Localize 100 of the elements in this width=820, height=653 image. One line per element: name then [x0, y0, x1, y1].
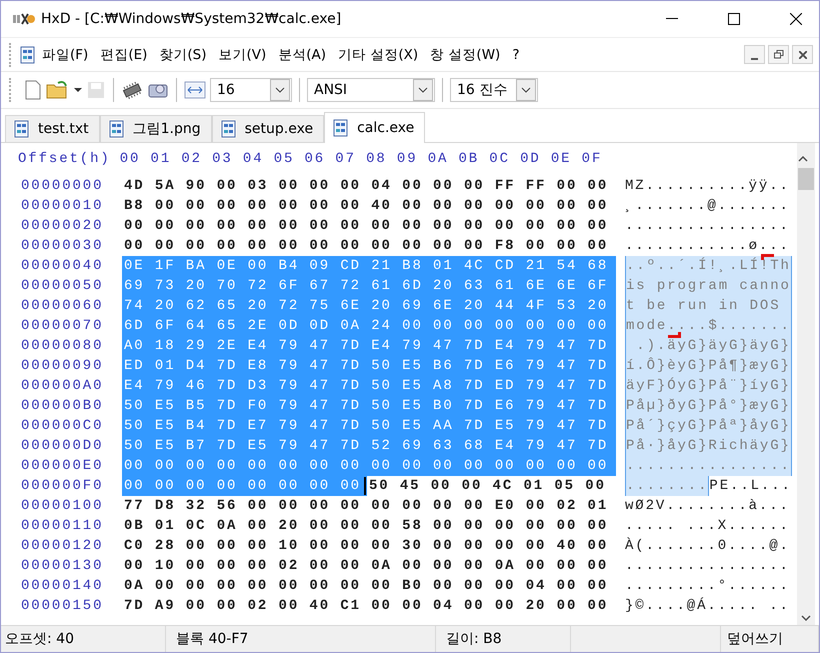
hex-bytes: 00 10 00 00 00 02 00 00 0A 00 00 00 0A 00 00 00 — [123, 557, 610, 576]
menu-item[interactable]: 창 설정(W) — [424, 42, 506, 68]
hex-bytes: 50 45 00 00 4C 01 05 00 — [368, 477, 607, 496]
hex-bytes: 00 00 00 00 00 00 00 00 — [122, 476, 367, 496]
document-icon — [333, 119, 350, 137]
offset-cell-text: 000000F0 — [21, 477, 104, 496]
column-header: 0F — [582, 150, 604, 169]
ascii-text: ................ — [625, 456, 792, 476]
offset-header: Offset(h) — [18, 150, 111, 169]
ascii-text: äyF}ÓyG}På¨}íyG} — [625, 376, 792, 396]
hex-bytes: B8 00 00 00 00 00 00 00 40 00 00 00 00 00 00 00 — [123, 197, 610, 216]
hex-bytes: 00 00 00 00 00 00 00 00 00 00 00 00 F8 00 00 00 — [123, 237, 610, 256]
ascii-text: }©....@Á..... .. — [625, 596, 790, 616]
ascii-text: wØ2V........à... — [625, 497, 790, 516]
ascii-text: På´}çyG}Påª}åyG} — [625, 416, 792, 436]
file-tab[interactable]: test.txt — [5, 115, 100, 142]
hex-bytes: A0 18 29 2E E4 79 47 7D E4 79 47 7D E4 79 47 7D — [122, 336, 616, 356]
close-icon — [798, 50, 806, 58]
offset-cell-text: 00000130 — [21, 557, 104, 576]
hex-bytes: 00 00 00 00 00 00 00 00 00 00 00 00 00 00 00 00 — [123, 217, 610, 236]
column-header: 04 — [242, 150, 265, 169]
hex-bytes: 50 E5 B7 7D E5 79 47 7D 52 69 63 68 E4 79 47 7D — [122, 436, 616, 456]
bytes-per-row-select[interactable]: 16 — [210, 78, 292, 102]
file-tab[interactable]: 그림1.png — [100, 115, 212, 142]
caret-icon[interactable] — [418, 87, 428, 93]
mode-status-label: 덮어쓰기 — [727, 630, 783, 648]
ascii-text: ..... ...X...... — [625, 517, 790, 536]
hex-bytes: 50 E5 B4 7D E7 79 47 7D 50 E5 AA 7D E5 79 47 7D — [122, 416, 616, 436]
column-header: 01 — [150, 150, 172, 169]
menu-item[interactable]: 파일(F) — [36, 42, 94, 68]
hex-bytes: 00 00 00 00 00 00 00 00 00 00 00 00 00 00 00 00 — [122, 456, 616, 476]
vertical-scrollbar[interactable] — [797, 143, 815, 625]
offset-cell-text: 000000B0 — [21, 397, 104, 416]
new-file-icon[interactable] — [24, 80, 42, 100]
menu-item[interactable]: 편집(E) — [94, 42, 154, 68]
menu-item[interactable]: 보기(V) — [212, 42, 272, 68]
restore-button[interactable] — [768, 45, 789, 64]
menu-item[interactable]: 분석(A) — [272, 42, 332, 68]
text-cursor — [364, 477, 366, 495]
column-header: 08 — [366, 150, 388, 169]
hex-bytes: 4D 5A 90 00 03 00 00 00 04 00 00 00 FF FF 00 00 — [123, 177, 610, 196]
ascii-text: .).äyG}äyG}äyG} — [625, 336, 792, 356]
file-tab[interactable]: calc.exe — [324, 112, 426, 143]
length-status-label: 길이: B8 — [446, 630, 502, 648]
offset-cell-text: 00000070 — [21, 317, 104, 336]
minimize-button[interactable] — [744, 45, 765, 64]
caret-icon[interactable] — [521, 87, 531, 93]
menu-item[interactable]: 기타 설정(X) — [332, 42, 424, 68]
block-status-label: 블록 40-F7 — [176, 630, 248, 648]
column-header: 05 — [274, 150, 296, 169]
hex-bytes: 0E 1F BA 0E 00 B4 09 CD 21 B8 01 4C CD 21 54 68 — [122, 256, 616, 276]
hex-bytes: E4 79 46 7D D3 79 47 7D 50 E5 A8 7D ED 79 47 7D — [122, 376, 616, 396]
hex-bytes: 7D A9 00 00 02 00 40 C1 00 00 04 00 00 20 00 00 — [123, 597, 610, 616]
column-header: 00 — [120, 150, 142, 169]
file-tab[interactable]: setup.exe — [212, 115, 324, 142]
encoding-select[interactable]: ANSI — [307, 78, 435, 102]
menu-item[interactable]: 찾기(S) — [153, 42, 212, 68]
offset-cell-text: 00000120 — [21, 537, 104, 556]
ascii-text: í.Ô}èyG}På¶}æyG} — [625, 356, 792, 376]
column-header: 09 — [396, 150, 418, 169]
offset-cell-text: 000000C0 — [21, 417, 104, 436]
column-header: 06 — [304, 150, 326, 169]
hex-bytes: 0A 00 00 00 00 00 00 00 00 B0 00 00 00 04 00 00 — [123, 577, 610, 596]
offset-cell-text: 00000020 — [21, 217, 104, 236]
app-logo-icon — [13, 12, 35, 26]
ascii-text: ................ — [625, 217, 790, 236]
maximize-icon[interactable] — [728, 13, 740, 25]
column-header: 0C — [489, 150, 511, 169]
offset-cell-text: 00000050 — [21, 277, 104, 296]
open-folder-icon[interactable] — [46, 80, 70, 100]
offset-cell-text: 00000060 — [21, 297, 104, 316]
column-width-icon[interactable] — [184, 81, 206, 99]
offset-cell-text: 00000150 — [21, 597, 104, 616]
ascii-text: ................ — [625, 557, 790, 576]
caret-icon[interactable] — [74, 87, 82, 93]
offset-cell-text: 00000080 — [21, 337, 104, 356]
window-title: HxD - [C:₩Windows₩System32₩calc.exe] — [41, 11, 342, 27]
offset-base-select[interactable]: 16 진수 — [450, 78, 538, 102]
ascii-text: À(.......0....@. — [625, 536, 790, 556]
scroll-thumb[interactable] — [798, 168, 814, 190]
minimize-icon — [751, 58, 758, 60]
ascii-text: PE..L... — [709, 477, 792, 496]
corner-mark — [667, 332, 681, 338]
offset-cell-text: 00000000 — [21, 177, 104, 196]
caret-icon[interactable] — [275, 87, 285, 93]
minimize-icon[interactable] — [666, 18, 678, 20]
offset-cell-text: 00000040 — [21, 257, 104, 276]
hex-bytes: C0 28 00 00 00 10 00 00 00 30 00 00 00 00 40 00 — [123, 537, 610, 556]
column-header: 0B — [458, 150, 480, 169]
column-header: 07 — [335, 150, 357, 169]
hex-bytes: 69 73 20 70 72 6F 67 72 61 6D 20 63 61 6E 6E 6F — [122, 276, 616, 296]
close-icon[interactable] — [790, 13, 802, 25]
menu-item[interactable]: ? — [506, 42, 526, 66]
ascii-text: is program canno — [625, 276, 792, 296]
ascii-text: mode....$....... — [625, 316, 792, 336]
close-button[interactable] — [792, 45, 813, 64]
offset-cell-text: 000000D0 — [21, 437, 104, 456]
hex-bytes: ED 01 D4 7D E8 79 47 7D 50 E5 B6 7D E6 79 47 7D — [122, 356, 616, 376]
offset-cell-text: 000000A0 — [21, 377, 104, 396]
ascii-text: ............ø... — [625, 237, 790, 256]
